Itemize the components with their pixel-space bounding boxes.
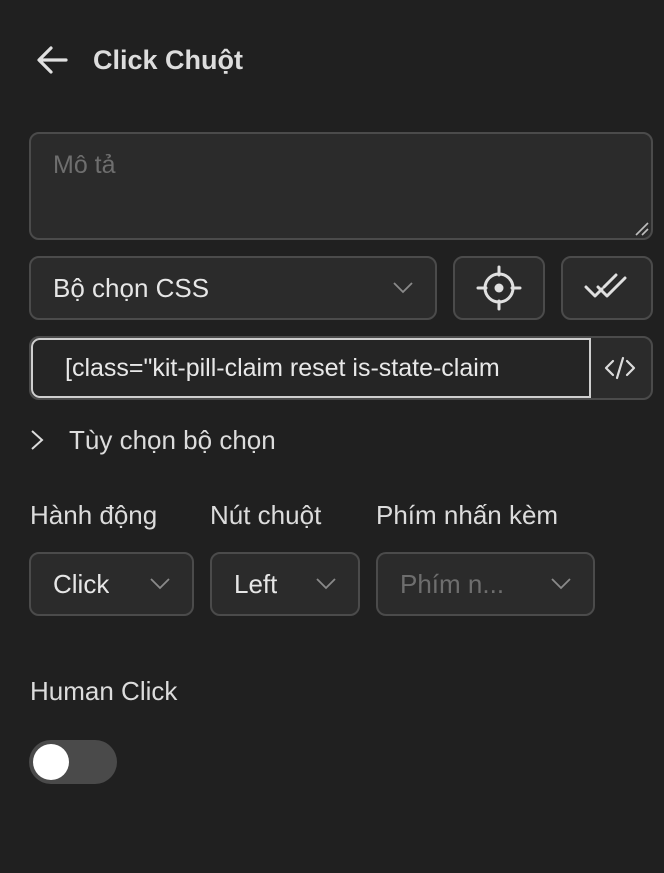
mouse-button-value: Left [234, 568, 278, 599]
modifier-keys-label: Phím nhấn kèm [376, 500, 559, 530]
modifier-keys-dropdown[interactable]: Phím n... [376, 552, 595, 616]
human-click-toggle[interactable] [29, 740, 117, 784]
action-value: Click [53, 568, 110, 599]
selector-type-dropdown[interactable]: Bộ chọn CSS [29, 256, 437, 320]
page-title: Click Chuột [93, 45, 244, 75]
mouse-button-label: Nút chuột [210, 500, 322, 530]
selector-options-expander[interactable]: Tùy chọn bộ chọn [30, 420, 276, 460]
code-editor-button[interactable] [589, 338, 651, 398]
human-click-label: Human Click [30, 676, 178, 706]
description-placeholder: Mô tả [53, 151, 116, 179]
selector-options-label: Tùy chọn bộ chọn [69, 424, 276, 455]
code-icon [604, 356, 636, 380]
description-field[interactable]: Mô tả [29, 132, 653, 240]
mouse-button-dropdown[interactable]: Left [210, 552, 360, 616]
pick-element-button[interactable] [453, 256, 545, 320]
arrow-left-icon [37, 46, 68, 74]
chevron-down-icon [316, 578, 336, 590]
selector-input-group [29, 336, 653, 400]
modifier-keys-placeholder: Phím n... [400, 568, 505, 599]
chevron-down-icon [551, 578, 571, 590]
toggle-knob [33, 744, 69, 780]
chevron-down-icon [150, 578, 170, 590]
back-button[interactable] [30, 38, 74, 82]
resize-grip-icon[interactable] [633, 220, 649, 236]
double-check-icon [584, 273, 627, 298]
crosshair-icon [476, 265, 522, 311]
chevron-right-icon [31, 430, 44, 450]
verify-selector-button[interactable] [561, 256, 653, 320]
selector-type-value: Bộ chọn CSS [53, 272, 210, 303]
action-dropdown[interactable]: Click [29, 552, 194, 616]
action-label: Hành động [30, 500, 158, 530]
selector-input[interactable] [31, 338, 591, 398]
chevron-down-icon [393, 282, 413, 294]
